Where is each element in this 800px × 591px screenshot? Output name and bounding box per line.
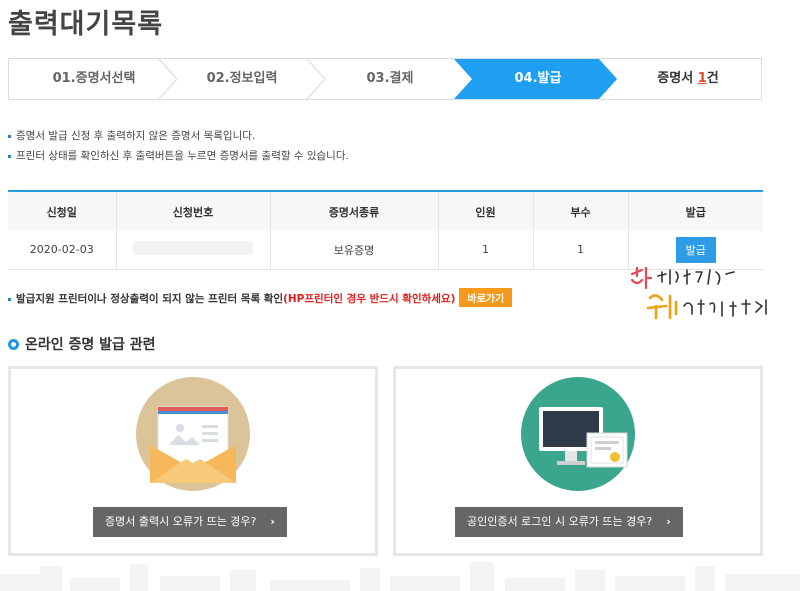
monitor-certificate-icon <box>521 377 635 491</box>
cert-count-prefix: 증명서 <box>657 71 698 86</box>
chevron-right-icon: › <box>666 515 671 528</box>
issue-button[interactable]: 발급 <box>675 236 716 263</box>
step-2: 02.정보입력 <box>206 71 278 86</box>
envelope-icon <box>136 377 250 491</box>
bullet-icon <box>8 154 11 158</box>
handwritten-logo <box>630 266 767 320</box>
card-cert-login-error: 공인인증서 로그인 시 오류가 뜨는 경우? › <box>393 366 763 556</box>
cert-count-suffix: 건 <box>706 71 719 86</box>
note-item: 프린터 상태를 확인하신 후 출력버튼을 누르면 증명서를 출력할 수 있습니다… <box>8 146 349 166</box>
chevron-right-icon: › <box>270 515 275 528</box>
cell-type: 보유증명 <box>270 231 439 270</box>
page-title: 출력대기목록 <box>8 9 164 40</box>
header-number: 신청번호 <box>116 190 271 231</box>
print-error-button[interactable]: 증명서 출력시 오류가 뜨는 경우? › <box>93 507 287 537</box>
note-text: 프린터 상태를 확인하신 후 출력버튼을 누르면 증명서를 출력할 수 있습니다… <box>16 150 349 162</box>
header-issue: 발급 <box>628 190 763 231</box>
header-date: 신청일 <box>8 190 117 231</box>
card-print-error: 증명서 출력시 오류가 뜨는 경우? › <box>8 366 378 556</box>
city-skyline-decoration <box>0 562 800 591</box>
ring-icon <box>8 339 19 350</box>
certificate-count: 증명서 1건 <box>613 59 763 99</box>
header-copies: 부수 <box>533 190 629 231</box>
step-3: 03.결제 <box>366 71 414 86</box>
bullet-icon <box>8 134 11 138</box>
cert-login-error-button[interactable]: 공인인증서 로그인 시 오류가 뜨는 경우? › <box>455 507 683 537</box>
notes: 증명서 발급 신청 후 출력하지 않은 증명서 목록입니다. 프린터 상태를 확… <box>8 126 349 166</box>
step-1: 01.증명서선택 <box>52 71 136 86</box>
section-title: 온라인 증명 발급 관련 <box>8 334 156 354</box>
cert-login-error-label: 공인인증서 로그인 시 오류가 뜨는 경우? <box>467 515 653 528</box>
header-people: 인원 <box>438 190 534 231</box>
printer-warning: 발급지원 프린터이나 정상출력이 되지 않는 프린터 목록 확인(HP프린터인 … <box>8 288 513 307</box>
cert-count-number: 1 <box>697 71 707 86</box>
pending-print-table: 신청일 신청번호 증명서종류 인원 부수 발급 2020-02-03 보유증명 … <box>8 190 763 270</box>
bullet-icon <box>8 297 11 301</box>
print-error-label: 증명서 출력시 오류가 뜨는 경우? <box>105 515 257 528</box>
note-text: 증명서 발급 신청 후 출력하지 않은 증명서 목록입니다. <box>16 130 256 142</box>
header-type: 증명서종류 <box>270 190 439 231</box>
step-progress: 01.증명서선택 02.정보입력 03.결제 04.발급 증명서 1건 <box>8 58 762 100</box>
warning-red-text: (HP프린터인 경우 반드시 확인하세요) <box>283 293 456 305</box>
table-header-row: 신청일 신청번호 증명서종류 인원 부수 발급 <box>8 190 763 231</box>
note-item: 증명서 발급 신청 후 출력하지 않은 증명서 목록입니다. <box>8 126 349 146</box>
cell-copies: 1 <box>533 231 629 270</box>
cell-people: 1 <box>438 231 534 270</box>
redacted-number <box>133 241 253 256</box>
cell-number <box>116 231 271 270</box>
cell-date: 2020-02-03 <box>8 231 117 270</box>
step-4-active: 04.발급 <box>514 71 562 86</box>
warning-text: 발급지원 프린터이나 정상출력이 되지 않는 프린터 목록 확인 <box>16 293 284 305</box>
goto-button[interactable]: 바로가기 <box>459 288 513 307</box>
section-title-text: 온라인 증명 발급 관련 <box>25 337 156 353</box>
